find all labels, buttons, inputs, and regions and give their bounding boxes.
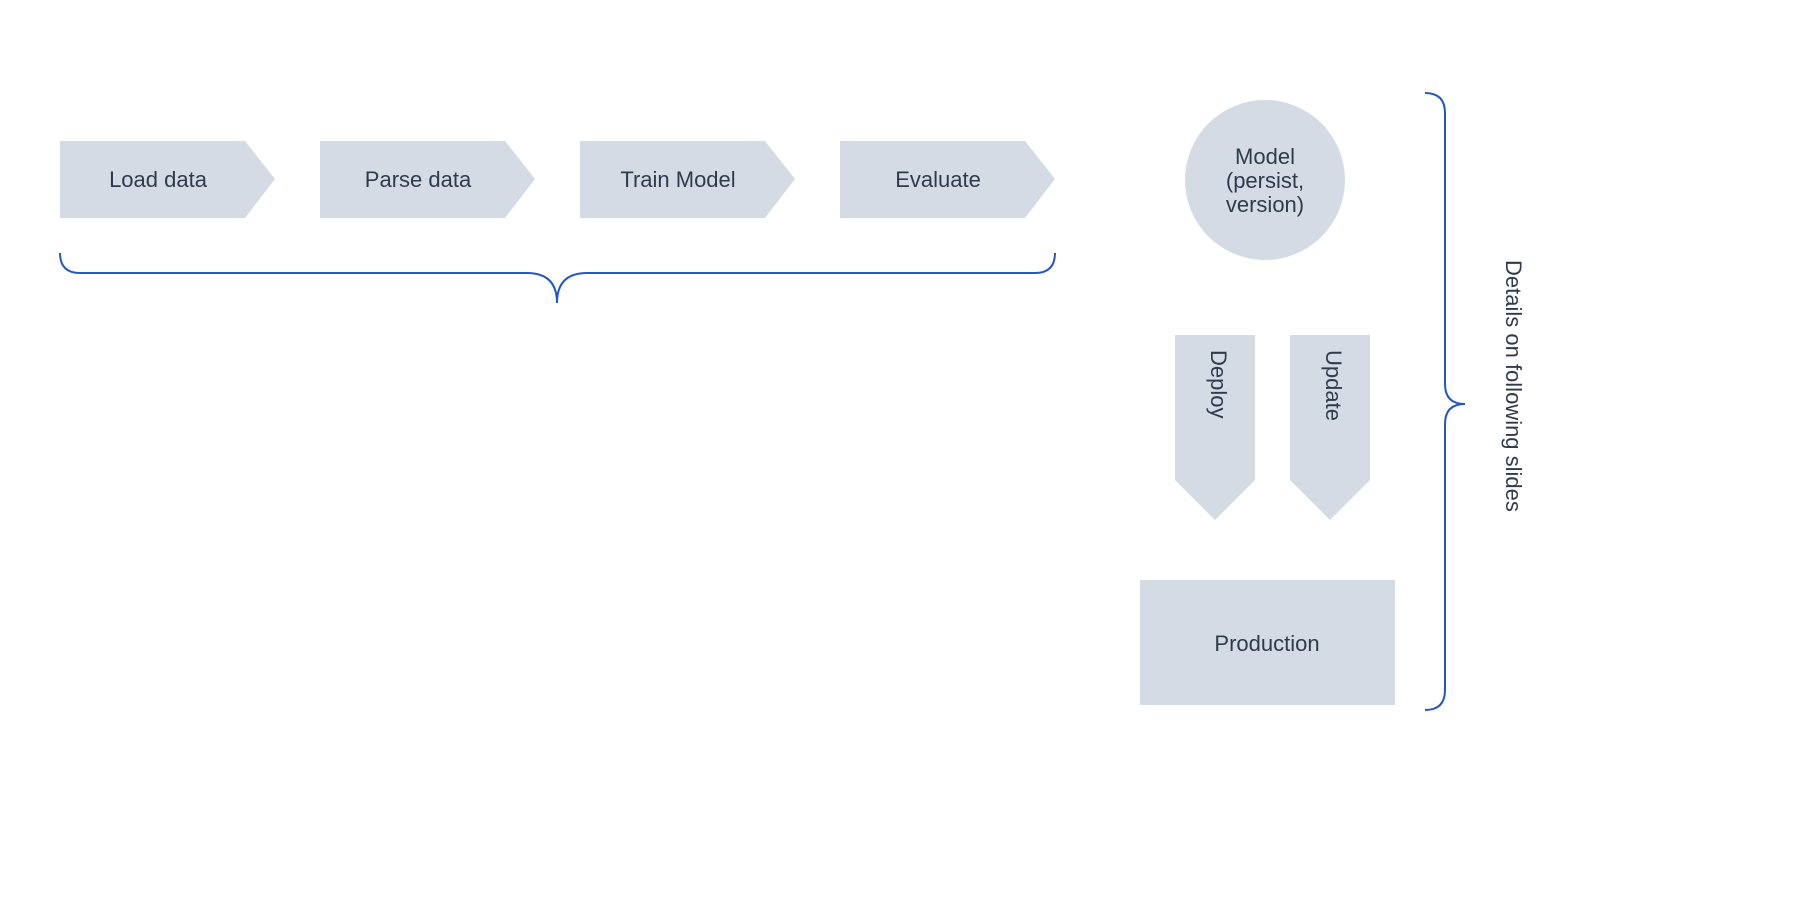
pipeline-step-parse-data: Parse data xyxy=(320,141,535,218)
update-arrow-label: Update xyxy=(1320,350,1346,421)
production-node: Production xyxy=(1140,580,1395,705)
pipeline-step-train-model: Train Model xyxy=(580,141,795,218)
side-note: Details on following slides xyxy=(1500,260,1526,512)
model-node-label-line2: (persist, xyxy=(1226,168,1304,193)
pipeline-step-load-data: Load data xyxy=(60,141,275,218)
production-label: Production xyxy=(1214,631,1319,656)
pipeline-step-evaluate: Evaluate xyxy=(840,141,1055,218)
pipeline-step-label: Evaluate xyxy=(895,167,981,192)
deploy-arrow-label: Deploy xyxy=(1205,350,1231,418)
model-node-label-line1: Model xyxy=(1235,144,1295,169)
model-node: Model (persist, version) xyxy=(1185,100,1345,260)
pipeline-step-label: Train Model xyxy=(620,167,735,192)
model-node-label-line3: version) xyxy=(1226,192,1304,217)
pipeline-step-label: Parse data xyxy=(365,167,472,192)
pipeline-step-label: Load data xyxy=(109,167,208,192)
pipeline-brace xyxy=(60,253,1055,303)
right-brace xyxy=(1425,93,1465,710)
